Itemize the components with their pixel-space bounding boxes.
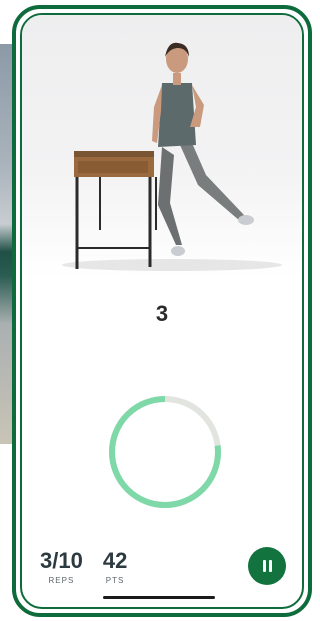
phone-screen: 3 3/10 REPS 42 PTS [20,13,304,609]
reps-value: 3/10 [40,548,83,573]
reps-stat: 3/10 REPS [40,548,83,586]
rep-countdown: 3 [155,301,169,326]
points-stat: 42 PTS [102,548,128,586]
reps-label: REPS [48,576,75,585]
workout-screen: 3 3/10 REPS 42 PTS [0,0,315,621]
exercise-demo-image [22,15,302,277]
progress-ring [109,396,221,508]
workout-stats: 3/10 REPS 42 PTS [40,548,128,586]
phone-frame: 3 3/10 REPS 42 PTS [12,5,312,617]
pause-icon [261,560,273,572]
home-indicator[interactable] [103,596,215,599]
pause-button[interactable] [248,547,286,585]
points-label: PTS [105,576,125,585]
points-value: 42 [102,548,128,573]
